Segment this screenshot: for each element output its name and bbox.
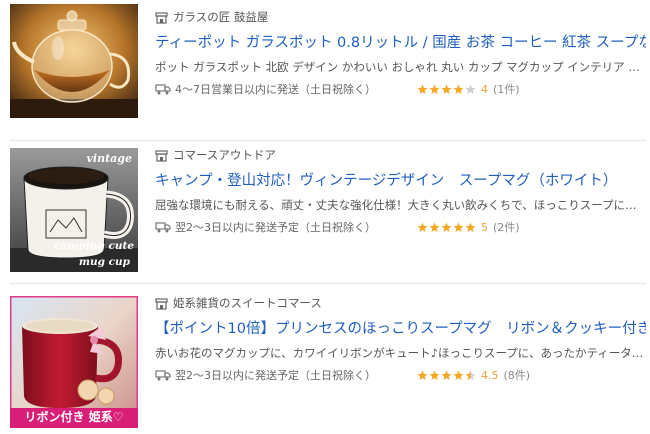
- star-full-icon: [429, 222, 440, 232]
- product-item: ガラスの匠 鼓益屋 ティーポット ガラスポット 0.8リットル / 国産 お茶 …: [0, 0, 650, 136]
- store-icon: [155, 149, 168, 162]
- star-full-icon: [441, 222, 452, 232]
- shop-name-row[interactable]: コマースアウトドア: [155, 146, 646, 164]
- review-count[interactable]: (8件): [504, 367, 531, 383]
- product-title-link[interactable]: ティーポット ガラスポット 0.8リットル / 国産 お茶 コーヒー 紅茶 スー…: [155, 32, 646, 54]
- review-count[interactable]: (1件): [493, 81, 520, 97]
- product-thumbnail[interactable]: リボン付き 姫系♡: [10, 296, 138, 428]
- star-full-icon: [453, 222, 464, 232]
- rating[interactable]: 5 (2件): [417, 218, 520, 236]
- image-caption-bottom-2: mug cup: [78, 256, 130, 268]
- truck-icon: [155, 222, 171, 233]
- product-info: ガラスの匠 鼓益屋 ティーポット ガラスポット 0.8リットル / 国産 お茶 …: [155, 8, 646, 98]
- product-thumbnail[interactable]: [10, 4, 138, 118]
- store-icon: [155, 11, 168, 24]
- product-item: リボン付き 姫系♡ 姫系雑貨のスイートコマース 【ポイント10倍】プリンセスのほ…: [0, 292, 650, 434]
- product-description: 屈強な環境にも耐える、頑丈・丈夫な強化仕様！大きく丸い飲みくちで、ほっこりスープ…: [155, 198, 646, 212]
- star-full-icon: [453, 84, 464, 94]
- star-half-icon: [465, 370, 476, 380]
- shop-name[interactable]: ガラスの匠 鼓益屋: [173, 9, 268, 25]
- product-item: vintage camping cute mug cup コマースアウトドア キ…: [0, 146, 650, 276]
- shop-name[interactable]: コマースアウトドア: [173, 147, 276, 163]
- star-full-icon: [453, 370, 464, 380]
- star-empty-icon: [465, 84, 476, 94]
- star-rating: [417, 84, 477, 95]
- product-meta: 4〜7日営業日以内に発送（土日祝除く） 4 (1件): [155, 80, 646, 98]
- product-list: ガラスの匠 鼓益屋 ティーポット ガラスポット 0.8リットル / 国産 お茶 …: [0, 0, 650, 434]
- image-caption-top: vintage: [86, 152, 132, 165]
- store-icon: [155, 297, 168, 310]
- shipping-text: 翌2〜3日以内に発送予定（土日祝除く）: [175, 221, 376, 234]
- star-full-icon: [441, 370, 452, 380]
- product-info: コマースアウトドア キャンプ・登山対応！ヴィンテージデザイン スープマグ（ホワイ…: [155, 146, 646, 236]
- vintage-camping-mug-image: [10, 148, 138, 272]
- product-meta: 翌2〜3日以内に発送予定（土日祝除く） 5 (2件): [155, 218, 646, 236]
- product-title-link[interactable]: 【ポイント10倍】プリンセスのほっこりスープマグ リボン＆クッキー付き: [155, 318, 646, 340]
- rating[interactable]: 4 (1件): [417, 80, 520, 98]
- product-thumbnail[interactable]: vintage camping cute mug cup: [10, 148, 138, 272]
- product-description: ポット ガラスポット 北欧 デザイン かわいい おしゃれ 丸い カップ マグカッ…: [155, 60, 646, 74]
- rating-score: 4: [481, 82, 488, 96]
- glass-teapot-image: [10, 4, 138, 118]
- truck-icon: [155, 370, 171, 381]
- shop-name[interactable]: 姫系雑貨のスイートコマース: [173, 295, 322, 311]
- truck-icon: [155, 84, 171, 95]
- star-full-icon: [417, 84, 428, 94]
- product-description: 赤いお花のマグカップに、カワイイリボンがキュート♪ほっこりスープに、あったかティ…: [155, 346, 646, 360]
- review-count[interactable]: (2件): [493, 219, 520, 235]
- product-meta: 翌2〜3日以内に発送予定（土日祝除く） 4.5 (8件): [155, 366, 646, 384]
- shipping-text: 4〜7日営業日以内に発送（土日祝除く）: [175, 83, 376, 96]
- star-full-icon: [429, 370, 440, 380]
- star-full-icon: [465, 222, 476, 232]
- image-caption-bottom: camping cute: [54, 240, 134, 252]
- shop-name-row[interactable]: 姫系雑貨のスイートコマース: [155, 294, 646, 312]
- star-full-icon: [441, 84, 452, 94]
- divider: [10, 140, 646, 141]
- product-info: 姫系雑貨のスイートコマース 【ポイント10倍】プリンセスのほっこりスープマグ リ…: [155, 294, 646, 384]
- shipping-text: 翌2〜3日以内に発送予定（土日祝除く）: [175, 369, 376, 382]
- star-full-icon: [429, 84, 440, 94]
- rating[interactable]: 4.5 (8件): [417, 366, 530, 384]
- image-banner-text: リボン付き 姫系♡: [24, 410, 124, 424]
- star-full-icon: [417, 222, 428, 232]
- product-title-link[interactable]: キャンプ・登山対応！ヴィンテージデザイン スープマグ（ホワイト）: [155, 170, 646, 192]
- star-full-icon: [417, 370, 428, 380]
- shop-name-row[interactable]: ガラスの匠 鼓益屋: [155, 8, 646, 26]
- divider: [10, 283, 646, 284]
- rating-score: 5: [481, 220, 488, 234]
- rating-score: 4.5: [481, 368, 499, 382]
- star-rating: [417, 370, 477, 381]
- star-rating: [417, 222, 477, 233]
